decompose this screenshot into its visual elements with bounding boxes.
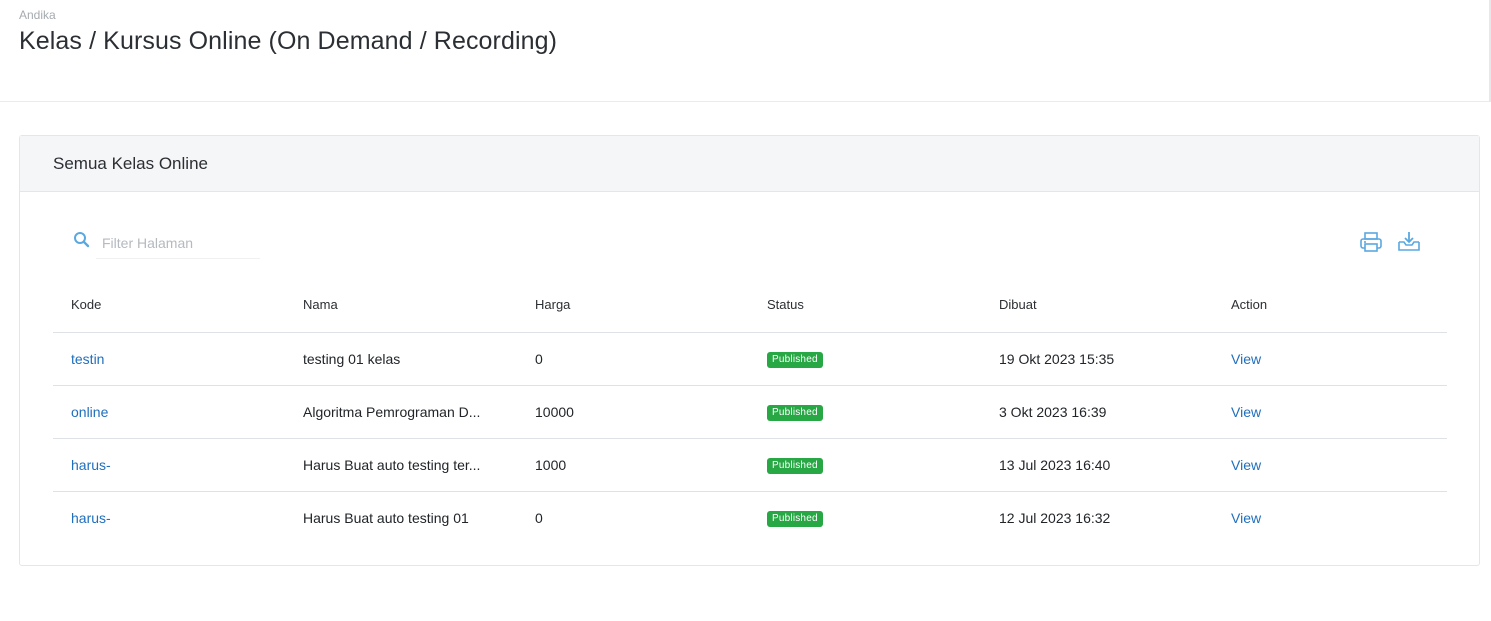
- card-title: Semua Kelas Online: [53, 154, 208, 173]
- table-row: online Algoritma Pemrograman D... 10000 …: [53, 385, 1447, 439]
- created-date: 19 Okt 2023 15:35: [981, 332, 1213, 386]
- created-date: 3 Okt 2023 16:39: [981, 385, 1213, 439]
- view-link[interactable]: View: [1231, 351, 1261, 367]
- courses-table: Kode Nama Harga Status Dibuat Action tes…: [53, 277, 1447, 544]
- created-date: 13 Jul 2023 16:40: [981, 438, 1213, 492]
- created-date: 12 Jul 2023 16:32: [999, 509, 1111, 526]
- table-row: harus- Harus Buat auto testing ter... 10…: [53, 438, 1447, 492]
- status-badge: Published: [767, 511, 823, 528]
- status-badge: Published: [767, 458, 823, 474]
- courses-card: Semua Kelas Online Filter Halaman Kode N…: [19, 135, 1480, 566]
- card-header: Semua Kelas Online: [20, 136, 1479, 192]
- table-row: testin testing 01 kelas 0 Published 19 O…: [53, 332, 1447, 386]
- search-input[interactable]: [96, 228, 260, 259]
- view-link[interactable]: View: [1231, 404, 1261, 420]
- course-price: 0: [535, 509, 543, 526]
- page-title: Kelas / Kursus Online (On Demand / Recor…: [19, 27, 558, 55]
- course-name: Harus Buat auto testing 01: [303, 509, 469, 526]
- status-badge: Published: [767, 405, 823, 421]
- column-header-harga[interactable]: Harga: [517, 277, 749, 333]
- course-price: 1000: [517, 438, 749, 492]
- column-header-status[interactable]: Status: [749, 277, 981, 333]
- column-header-dibuat[interactable]: Dibuat: [981, 277, 1213, 333]
- course-price: 10000: [517, 385, 749, 439]
- table-header-row: Kode Nama Harga Status Dibuat Action: [53, 277, 1447, 333]
- print-icon[interactable]: [1358, 230, 1384, 254]
- course-price: 0: [517, 332, 749, 386]
- download-icon[interactable]: [1396, 230, 1422, 254]
- column-header-kode[interactable]: Kode: [53, 277, 285, 333]
- column-header-nama[interactable]: Nama: [285, 277, 517, 333]
- page-header: Andika Kelas / Kursus Online (On Demand …: [0, 0, 1491, 102]
- search-icon[interactable]: [72, 230, 92, 250]
- view-link[interactable]: View: [1231, 510, 1261, 526]
- search-box: [72, 228, 262, 260]
- course-name: Harus Buat auto testing ter...: [285, 438, 517, 492]
- breadcrumb[interactable]: Andika: [19, 8, 56, 22]
- status-badge: Published: [767, 352, 823, 368]
- course-code-link[interactable]: harus-: [71, 457, 111, 473]
- course-name: Algoritma Pemrograman D...: [285, 385, 517, 439]
- table-row: harus- Harus Buat auto testing 01 0 Publ…: [53, 491, 1447, 544]
- course-code-link[interactable]: online: [71, 404, 108, 420]
- course-code-link[interactable]: testin: [71, 351, 104, 367]
- column-header-action: Action: [1213, 277, 1447, 333]
- course-name: testing 01 kelas: [285, 332, 517, 386]
- view-link[interactable]: View: [1231, 457, 1261, 473]
- course-code-link[interactable]: harus-: [71, 510, 111, 526]
